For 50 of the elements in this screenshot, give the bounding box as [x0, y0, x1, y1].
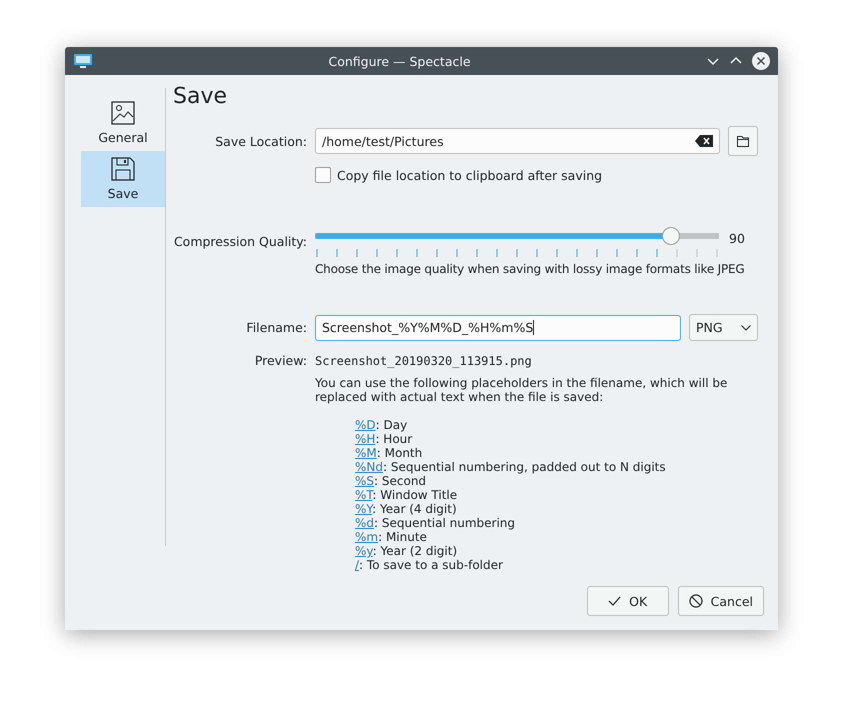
placeholder-link[interactable]: %d — [355, 516, 374, 530]
browse-button[interactable] — [728, 126, 758, 156]
cancel-icon — [688, 594, 703, 608]
filename-field[interactable]: Screenshot_%Y%M%D_%H%m%S — [315, 314, 681, 340]
format-dropdown[interactable]: PNG — [689, 314, 758, 341]
ok-button[interactable]: OK — [586, 586, 669, 616]
placeholder-description: : Day — [376, 418, 408, 432]
folder-icon — [737, 136, 749, 146]
placeholder-description: : Hour — [375, 432, 412, 446]
placeholder-link[interactable]: %T — [355, 488, 372, 502]
close-icon[interactable] — [752, 52, 770, 70]
cancel-button[interactable]: Cancel — [678, 586, 764, 616]
placeholder-link[interactable]: / — [355, 558, 360, 572]
sidebar-item[interactable]: Save — [81, 151, 165, 207]
field-label: Save Location: — [214, 134, 307, 148]
clear-icon[interactable] — [695, 135, 713, 147]
app-icon — [73, 53, 93, 69]
preview-text: Screenshot_20190320_113915.png — [315, 354, 533, 368]
window-title: Configure — Spectacle — [327, 54, 472, 68]
placeholder-link[interactable]: %S — [355, 474, 374, 488]
placeholder-description: : Year (4 digit) — [372, 502, 457, 516]
placeholder-link[interactable]: %y — [355, 544, 373, 558]
slider-value: 90 — [729, 231, 745, 246]
help-text: You can use the following placeholders in the filename, which will be replaced with actual text when the file is saved: — [315, 376, 728, 404]
checkbox[interactable] — [315, 167, 331, 183]
placeholder-description: : To save to a sub-folder — [359, 558, 503, 572]
placeholder-link[interactable]: %D — [355, 418, 376, 432]
placeholder-description: : Minute — [378, 530, 427, 544]
page-title: Save — [173, 84, 228, 111]
checkmark-icon — [608, 596, 622, 606]
placeholder-link[interactable]: %m — [355, 530, 378, 544]
save-location-field[interactable]: /home/test/Pictures — [315, 128, 720, 154]
placeholder-link[interactable]: %Y — [355, 502, 372, 516]
hint-text: Choose the image quality when saving with lossy image formats like JPEG — [315, 262, 746, 276]
placeholder-link[interactable]: %M — [355, 446, 377, 460]
placeholder-description: : Sequential numbering — [374, 516, 516, 530]
placeholder-link[interactable]: %H — [355, 432, 376, 446]
placeholder-description: : Second — [374, 474, 426, 488]
field-label: Compression Quality: — [173, 234, 307, 249]
placeholder-description: : Sequential numbering, padded out to N digits — [383, 460, 666, 474]
slider-handle[interactable] — [662, 227, 680, 245]
sidebar-item[interactable]: General — [81, 95, 165, 151]
field-label: Filename: — [245, 320, 307, 335]
placeholder-description: : Month — [376, 446, 422, 460]
field-label: Preview: — [254, 353, 307, 368]
placeholder-description: : Window Title — [372, 488, 458, 502]
placeholder-link[interactable]: %Nd — [355, 460, 383, 474]
placeholder-description: : Year (2 digit) — [372, 544, 458, 558]
checkbox-label: Copy file location to clipboard after saving — [337, 168, 602, 182]
image-icon — [111, 101, 135, 125]
